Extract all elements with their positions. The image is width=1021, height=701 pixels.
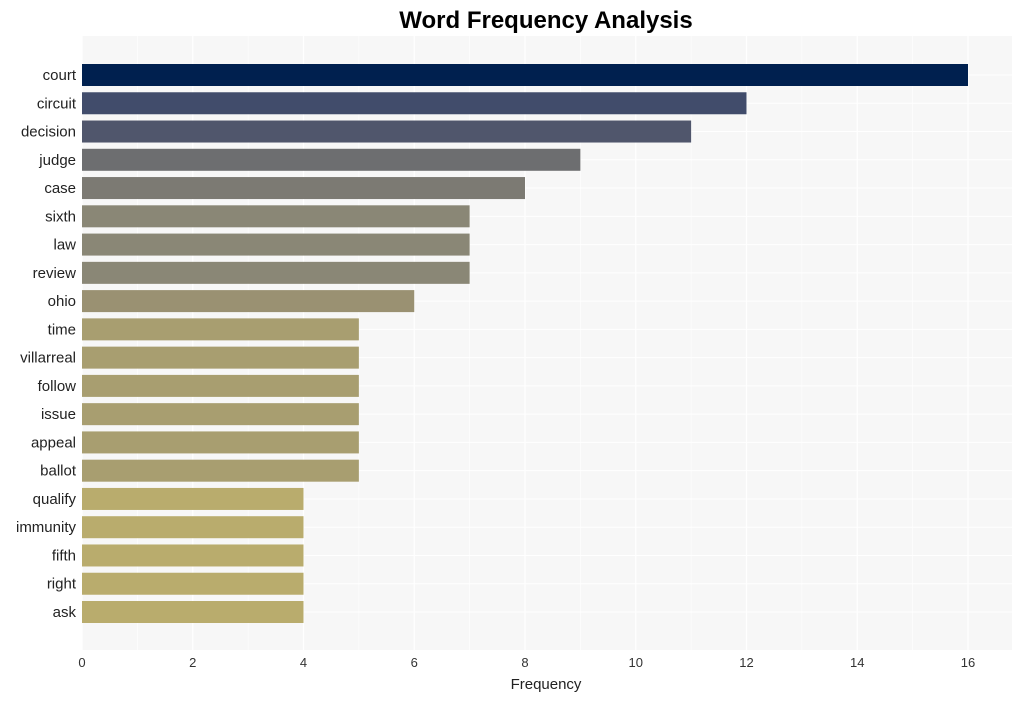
bar-judge	[82, 148, 581, 171]
y-tick-label-appeal: appeal	[31, 434, 76, 451]
x-tick-label-6: 6	[411, 655, 418, 670]
y-tick-label-qualify: qualify	[33, 491, 77, 508]
bar-qualify	[82, 487, 304, 510]
x-tick-label-12: 12	[739, 655, 753, 670]
y-tick-label-ballot: ballot	[40, 463, 77, 480]
bar-issue	[82, 403, 359, 426]
bar-law	[82, 233, 470, 256]
y-tick-label-ask: ask	[53, 604, 77, 621]
y-tick-label-law: law	[53, 237, 76, 254]
y-tick-label-time: time	[48, 321, 76, 338]
y-tick-label-circuit: circuit	[37, 95, 77, 112]
bar-decision	[82, 120, 692, 143]
y-tick-label-court: court	[43, 67, 77, 84]
y-tick-label-immunity: immunity	[16, 519, 77, 536]
y-tick-label-villarreal: villarreal	[20, 350, 76, 367]
y-tick-label-ohio: ohio	[48, 293, 76, 310]
bar-case	[82, 177, 525, 200]
word-frequency-chart: court circuit decision judge case sixth law rev…	[0, 0, 1021, 701]
y-tick-label-follow: follow	[38, 378, 77, 395]
x-tick-label-0: 0	[78, 655, 85, 670]
bar-fifth	[82, 544, 304, 567]
bar-circuit	[82, 92, 747, 115]
y-tick-label-issue: issue	[41, 406, 76, 423]
bar-ballot	[82, 459, 359, 482]
x-tick-label-4: 4	[300, 655, 307, 670]
y-tick-label-sixth: sixth	[45, 208, 76, 225]
bar-court	[82, 64, 968, 86]
y-tick-label-decision: decision	[21, 124, 76, 141]
x-tick-label-2: 2	[189, 655, 196, 670]
y-tick-label-judge: judge	[38, 152, 76, 169]
x-axis-label: Frequency	[511, 676, 582, 693]
bar-villarreal	[82, 346, 359, 369]
y-tick-label-right: right	[47, 576, 77, 593]
y-tick-label-case: case	[44, 180, 76, 197]
x-tick-label-16: 16	[961, 655, 975, 670]
bar-appeal	[82, 431, 359, 454]
chart-title: Word Frequency Analysis	[399, 7, 692, 34]
bar-review	[82, 261, 470, 284]
bar-immunity	[82, 516, 304, 539]
bar-right	[82, 572, 304, 595]
x-tick-label-10: 10	[629, 655, 643, 670]
bar-time	[82, 318, 359, 341]
bar-follow	[82, 374, 359, 397]
y-tick-label-review: review	[33, 265, 77, 282]
bar-sixth	[82, 205, 470, 228]
y-tick-label-fifth: fifth	[52, 547, 76, 564]
bar-ohio	[82, 290, 415, 313]
bar-ask	[82, 601, 304, 623]
x-tick-label-8: 8	[521, 655, 528, 670]
x-tick-label-14: 14	[850, 655, 864, 670]
